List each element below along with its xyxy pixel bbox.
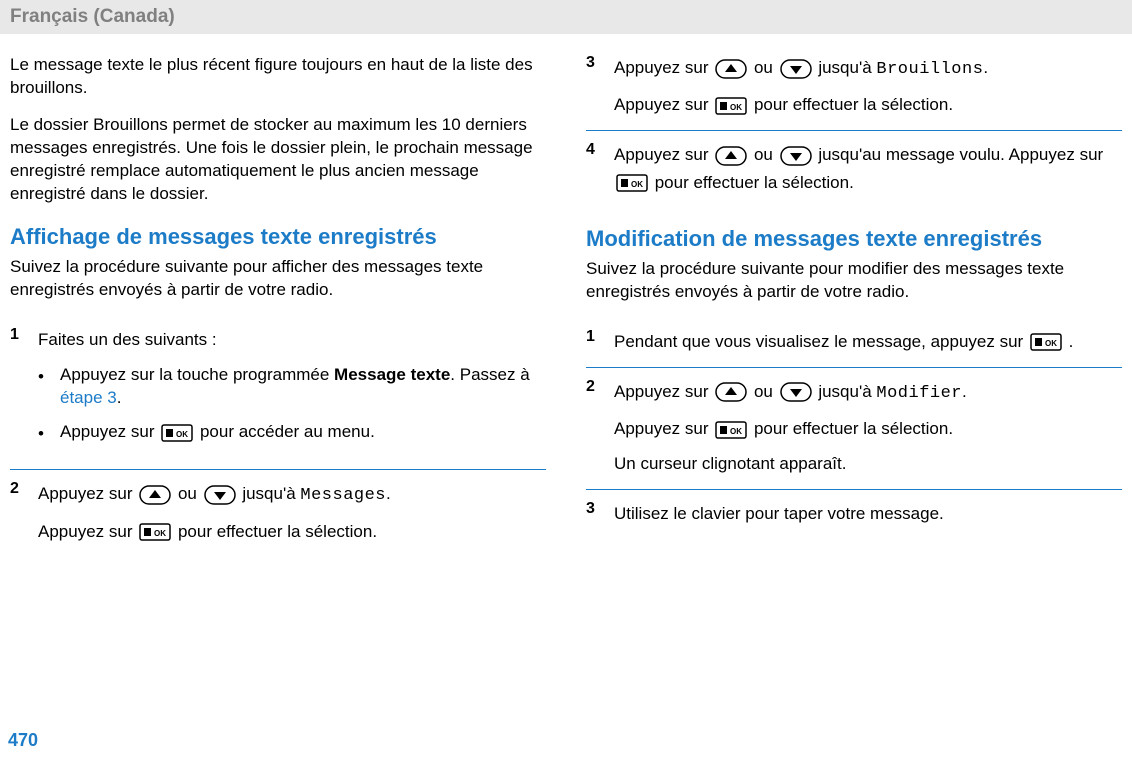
- ok-key-icon: [1030, 333, 1062, 351]
- bold-text: Message texte: [334, 365, 450, 384]
- modify-step-3: 3 Utilisez le clavier pour taper votre m…: [586, 490, 1122, 539]
- down-key-icon: [780, 146, 812, 166]
- up-key-icon: [715, 382, 747, 402]
- step-body: Faites un des suivants : Appuyez sur la …: [38, 326, 546, 458]
- text: ou: [749, 145, 777, 164]
- ok-key-icon: [139, 523, 171, 541]
- text: .: [117, 388, 122, 407]
- step1-sublist: Appuyez sur la touche programmée Message…: [38, 363, 546, 448]
- text: jusqu'à: [814, 58, 877, 77]
- step-number: 3: [586, 54, 614, 118]
- line-a: Appuyez sur ou jusqu'à Messages.: [38, 480, 546, 509]
- line-b: Appuyez sur pour effectuer la sélection.: [38, 518, 546, 545]
- step-body: Appuyez sur ou jusqu'au message voulu. A…: [614, 141, 1122, 195]
- language-label: Français (Canada): [10, 6, 175, 27]
- section-heading-view: Affichage de messages texte enregistrés: [10, 224, 546, 250]
- text: Appuyez sur: [38, 484, 137, 503]
- bullet-icon: [38, 420, 60, 447]
- step-body: Appuyez sur ou jusqu'à Messages. Appuyez…: [38, 480, 546, 544]
- text: Appuyez sur: [614, 419, 713, 438]
- text: jusqu'au message voulu. Appuyez sur: [814, 145, 1104, 164]
- step-number: 1: [586, 328, 614, 355]
- step1-sub1: Appuyez sur la touche programmée Message…: [38, 363, 546, 411]
- step-body: Utilisez le clavier pour taper votre mes…: [614, 500, 1122, 527]
- page-body: Le message texte le plus récent figure t…: [0, 34, 1132, 557]
- section-lead-view: Suivez la procédure suivante pour affich…: [10, 256, 546, 302]
- menu-item-messages: Messages: [300, 486, 386, 505]
- line-a: Appuyez sur ou jusqu'à Modifier.: [614, 378, 1122, 407]
- text: Appuyez sur: [614, 58, 713, 77]
- modify-step-1: 1 Pendant que vous visualisez le message…: [586, 318, 1122, 368]
- modify-step-2: 2 Appuyez sur ou jusqu'à Modifier. Appuy…: [586, 368, 1122, 491]
- step-number: 1: [10, 326, 38, 458]
- down-key-icon: [780, 59, 812, 79]
- link-step3[interactable]: étape 3: [60, 388, 117, 407]
- step-body: Appuyez sur ou jusqu'à Modifier. Appuyez…: [614, 378, 1122, 478]
- step1-text: Faites un des suivants :: [38, 330, 217, 349]
- line-b: Appuyez sur pour effectuer la sélection.: [614, 415, 1122, 442]
- text: . Passez à: [450, 365, 529, 384]
- view-step-2: 2 Appuyez sur ou jusqu'à Messages. Appuy…: [10, 470, 546, 556]
- view-steps-cont: 3 Appuyez sur ou jusqu'à Brouillons. App…: [586, 54, 1122, 208]
- text: pour accéder au menu.: [195, 422, 375, 441]
- view-step-3: 3 Appuyez sur ou jusqu'à Brouillons. App…: [586, 54, 1122, 131]
- step-number: 2: [10, 480, 38, 544]
- ok-key-icon: [715, 97, 747, 115]
- sub-body: Appuyez sur la touche programmée Message…: [60, 363, 546, 411]
- text: .: [386, 484, 391, 503]
- modify-steps: 1 Pendant que vous visualisez le message…: [586, 318, 1122, 540]
- text: Appuyez sur: [614, 95, 713, 114]
- menu-item-modifier: Modifier: [876, 384, 962, 403]
- text: Appuyez sur: [38, 522, 137, 541]
- text: pour effectuer la sélection.: [749, 95, 953, 114]
- up-key-icon: [715, 146, 747, 166]
- text: jusqu'à: [814, 382, 877, 401]
- text: pour effectuer la sélection.: [749, 419, 953, 438]
- intro-paragraph-2: Le dossier Brouillons permet de stocker …: [10, 114, 546, 206]
- text: pour effectuer la sélection.: [173, 522, 377, 541]
- bullet-icon: [38, 363, 60, 411]
- text: .: [983, 58, 988, 77]
- step-number: 4: [586, 141, 614, 195]
- line-b: Appuyez sur pour effectuer la sélection.: [614, 91, 1122, 118]
- sub-body: Appuyez sur pour accéder au menu.: [60, 420, 546, 447]
- step-body: Appuyez sur ou jusqu'à Brouillons. Appuy…: [614, 54, 1122, 118]
- section-heading-modify: Modification de messages texte enregistr…: [586, 226, 1122, 252]
- text: ou: [749, 382, 777, 401]
- step-number: 2: [586, 378, 614, 478]
- line-c: Un curseur clignotant apparaît.: [614, 450, 1122, 477]
- intro-paragraph-1: Le message texte le plus récent figure t…: [10, 54, 546, 100]
- down-key-icon: [780, 382, 812, 402]
- text: Appuyez sur la touche programmée: [60, 365, 334, 384]
- ok-key-icon: [715, 421, 747, 439]
- line-a: Appuyez sur ou jusqu'à Brouillons.: [614, 54, 1122, 83]
- up-key-icon: [139, 485, 171, 505]
- step-body: Pendant que vous visualisez le message, …: [614, 328, 1122, 355]
- page-number: 470: [8, 730, 38, 751]
- text: ou: [749, 58, 777, 77]
- down-key-icon: [204, 485, 236, 505]
- text: Pendant que vous visualisez le message, …: [614, 332, 1028, 351]
- text: Appuyez sur: [614, 382, 713, 401]
- text: Appuyez sur: [614, 145, 713, 164]
- text: pour effectuer la sélection.: [650, 173, 854, 192]
- view-steps: 1 Faites un des suivants : Appuyez sur l…: [10, 316, 546, 557]
- view-step-4: 4 Appuyez sur ou jusqu'au message voulu.…: [586, 131, 1122, 207]
- text: Appuyez sur: [60, 422, 159, 441]
- text: .: [1064, 332, 1073, 351]
- text: jusqu'à: [238, 484, 301, 503]
- right-column: 3 Appuyez sur ou jusqu'à Brouillons. App…: [586, 54, 1122, 557]
- up-key-icon: [715, 59, 747, 79]
- ok-key-icon: [616, 174, 648, 192]
- ok-key-icon: [161, 424, 193, 442]
- text: ou: [173, 484, 201, 503]
- left-column: Le message texte le plus récent figure t…: [10, 54, 546, 557]
- menu-item-brouillons: Brouillons: [876, 60, 983, 79]
- view-step-1: 1 Faites un des suivants : Appuyez sur l…: [10, 316, 546, 471]
- step-number: 3: [586, 500, 614, 527]
- section-lead-modify: Suivez la procédure suivante pour modifi…: [586, 258, 1122, 304]
- page-header: Français (Canada): [0, 0, 1132, 34]
- step1-sub2: Appuyez sur pour accéder au menu.: [38, 420, 546, 447]
- text: .: [962, 382, 967, 401]
